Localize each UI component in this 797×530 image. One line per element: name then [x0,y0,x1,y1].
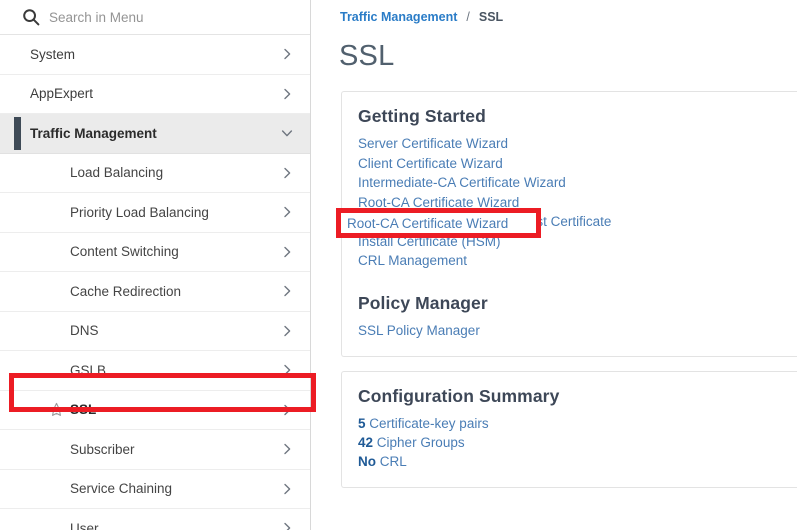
link-root-ca-certificate-wizard[interactable]: Root-CA Certificate Wizard [358,193,797,213]
page-title: SSL [339,40,395,72]
chevron-right-icon [280,166,294,180]
sidebar-item-label: AppExpert [30,86,94,102]
content-area: Traffic Management / SSL SSL Getting Sta… [311,0,797,530]
sidebar-item-label: Cache Redirection [70,283,182,299]
breadcrumb-parent-link[interactable]: Traffic Management [340,10,457,24]
search-icon [22,8,40,26]
configuration-summary-heading: Configuration Summary [358,386,560,406]
getting-started-link-list: Server Certificate Wizard Client Certifi… [358,134,797,271]
summary-row-value: 42 [358,435,374,450]
sidebar-item-gslb[interactable]: GSLB [0,351,310,391]
link-ssl-policy-manager[interactable]: SSL Policy Manager [358,321,797,341]
link-intermediate-ca-certificate-wizard[interactable]: Intermediate-CA Certificate Wizard [358,173,797,193]
policy-manager-heading: Policy Manager [358,292,488,313]
link-crl-management[interactable]: CRL Management [358,251,797,271]
configuration-summary-card: Configuration Summary 5 Certificate-key … [341,371,797,488]
chevron-right-icon [280,324,294,338]
chevron-down-icon [280,126,294,140]
chevron-right-icon [280,363,294,377]
summary-row[interactable]: 42 Cipher Groups [358,433,797,452]
getting-started-heading: Getting Started [358,106,486,126]
breadcrumb: Traffic Management / SSL [331,0,797,28]
link-create-and-install-a-server-test-certificate[interactable]: Create and Install a Server Test Certifi… [358,212,797,232]
getting-started-card: Getting Started Server Certificate Wizar… [341,91,797,357]
chevron-right-icon [280,47,294,61]
sidebar-item-subscriber[interactable]: Subscriber [0,430,310,470]
sidebar-item-appexpert[interactable]: AppExpert [0,74,310,114]
chevron-right-icon [280,87,294,101]
sidebar-item-label: User [70,520,99,530]
sidebar-item-label: Priority Load Balancing [70,204,209,220]
navigation-sidebar: System AppExpert Traffic Management [0,0,311,530]
sidebar-item-label: GSLB [70,362,107,378]
chevron-right-icon [280,482,294,496]
summary-row[interactable]: 5 Certificate-key pairs [358,414,797,433]
summary-row-label: CRL [379,454,407,469]
summary-row-value: 5 [358,416,366,431]
search-bar[interactable] [0,0,310,35]
link-client-certificate-wizard[interactable]: Client Certificate Wizard [358,154,797,174]
breadcrumb-separator: / [466,10,470,24]
sidebar-item-label: SSL [70,402,97,418]
sidebar-item-content-switching[interactable]: Content Switching [0,232,310,272]
sidebar-item-ssl[interactable]: SSL [0,390,310,430]
summary-row-label: Cipher Groups [376,435,465,450]
sidebar-item-dns[interactable]: DNS [0,311,310,351]
sidebar-item-load-balancing[interactable]: Load Balancing [0,153,310,193]
sidebar-item-label: Service Chaining [70,481,173,497]
sidebar-item-label: Subscriber [70,441,135,457]
sidebar-item-traffic-management[interactable]: Traffic Management [0,114,310,154]
summary-row-label: Certificate-key pairs [369,416,489,431]
sidebar-item-service-chaining[interactable]: Service Chaining [0,469,310,509]
chevron-right-icon [280,403,294,417]
sidebar-item-user[interactable]: User [0,509,310,530]
link-server-certificate-wizard[interactable]: Server Certificate Wizard [358,134,797,154]
summary-row-value: No [358,454,376,469]
sidebar-item-system[interactable]: System [0,35,310,75]
sidebar-item-label: DNS [70,323,99,339]
sidebar-item-label: Content Switching [70,244,179,260]
sidebar-menu: System AppExpert Traffic Management Load… [0,35,310,530]
chevron-right-icon [280,442,294,456]
sidebar-item-cache-redirection[interactable]: Cache Redirection [0,272,310,312]
search-input[interactable] [49,9,249,25]
breadcrumb-current: SSL [478,10,504,24]
star-icon[interactable] [49,402,64,417]
configuration-summary-rows: 5 Certificate-key pairs 42 Cipher Groups… [358,414,797,471]
chevron-right-icon [280,521,294,530]
app-root: System AppExpert Traffic Management [0,0,797,530]
sidebar-item-label: Traffic Management [30,125,157,141]
chevron-right-icon [280,205,294,219]
sidebar-item-label: Load Balancing [70,165,164,181]
summary-row[interactable]: No CRL [358,452,797,471]
chevron-right-icon [280,284,294,298]
sidebar-item-label: System [30,46,76,62]
policy-manager-link-list: SSL Policy Manager [358,321,797,341]
sidebar-item-priority-load-balancing[interactable]: Priority Load Balancing [0,193,310,233]
chevron-right-icon [280,245,294,259]
link-install-certificate-hsm[interactable]: Install Certificate (HSM) [358,232,797,252]
